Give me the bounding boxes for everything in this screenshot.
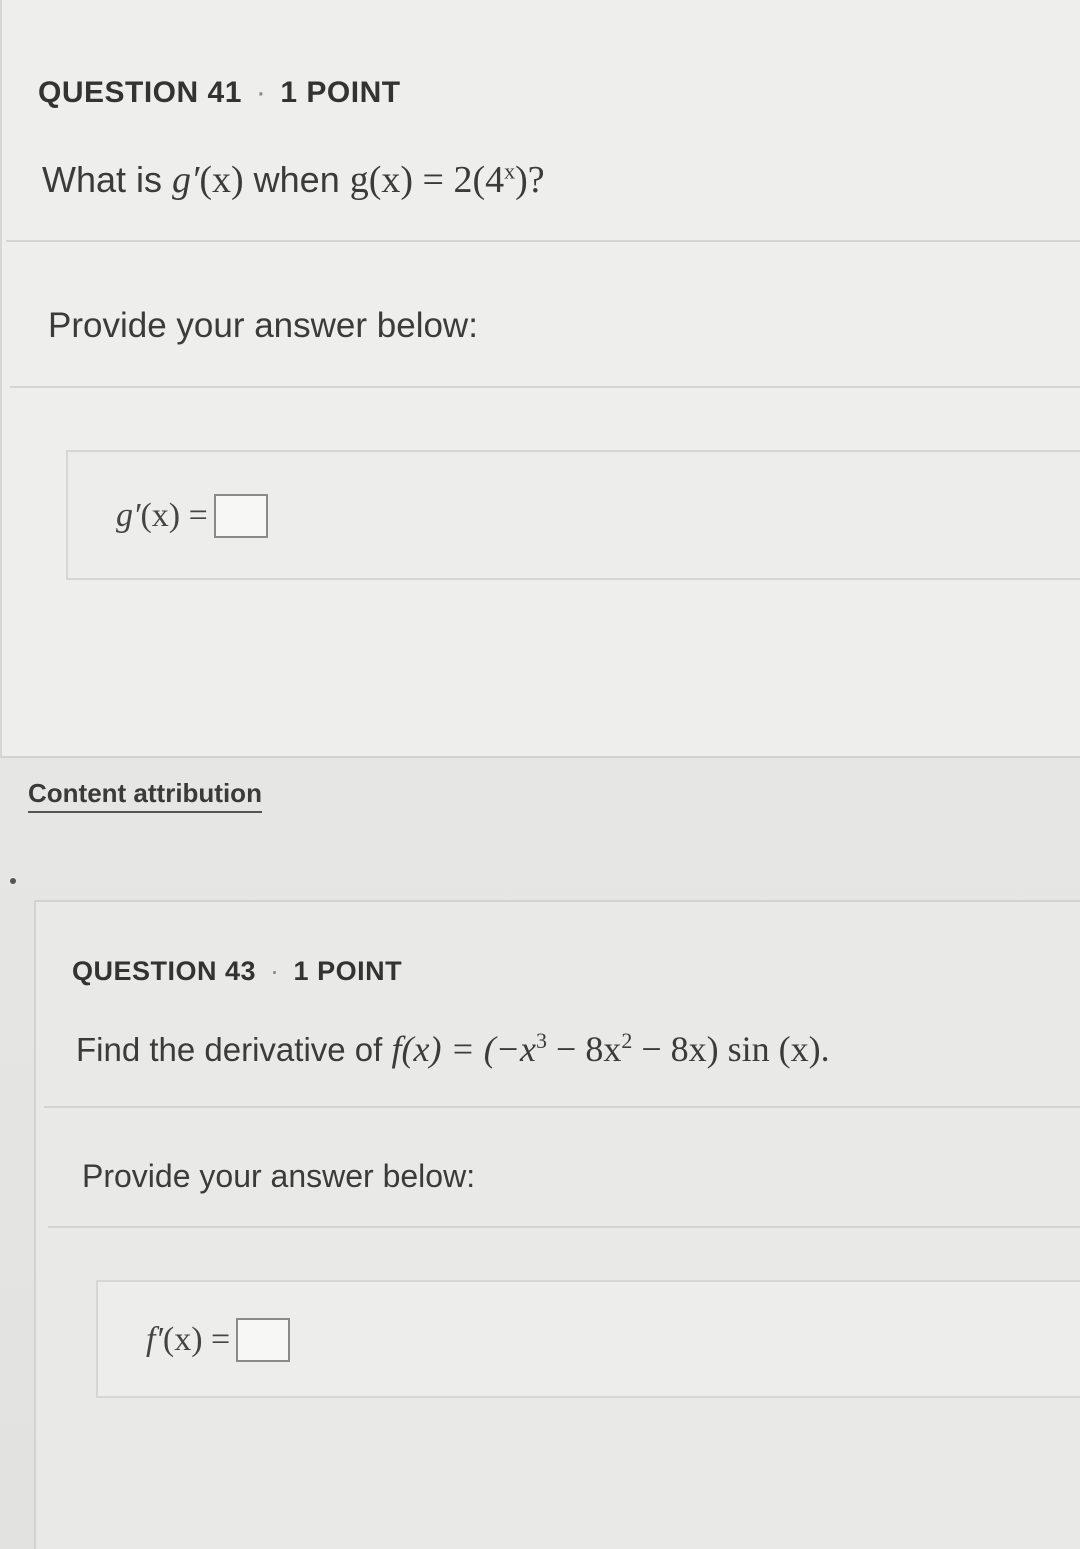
question-number: QUESTION 41 xyxy=(38,76,242,109)
answer-area: g′ (x) = xyxy=(66,450,1080,580)
answer-expression: g′ (x) = xyxy=(116,494,268,538)
divider xyxy=(44,1106,1080,1108)
content-attribution-link[interactable]: Content attribution xyxy=(28,778,262,813)
math-g: g(x) = 2(4 xyxy=(349,159,505,201)
math-part-c: − 8x) sin (x). xyxy=(632,1029,830,1069)
question-math: g′(x) xyxy=(172,159,244,201)
question-points: 1 POINT xyxy=(280,76,401,109)
page: QUESTION 41 · 1 POINT What is g′(x) when g… xyxy=(0,0,1080,1549)
divider xyxy=(48,1226,1080,1228)
math-arg: (x) xyxy=(199,159,244,201)
answer-input-box[interactable] xyxy=(236,1318,291,1362)
math-end: )? xyxy=(515,159,545,201)
answer-arg: (x) = xyxy=(162,1321,231,1358)
question-points: 1 POINT xyxy=(293,956,403,986)
math-part-b: − 8x xyxy=(547,1029,622,1069)
bullet-mark xyxy=(10,878,16,884)
header-separator: · xyxy=(255,76,267,109)
math-part-a: f(x) = (−x xyxy=(391,1029,537,1069)
question-43-card: QUESTION 43 · 1 POINT Find the derivative … xyxy=(34,900,1080,1549)
answer-area: f′ (x) = xyxy=(96,1280,1080,1398)
answer-prompt: Provide your answer below: xyxy=(82,1158,476,1194)
question-43-header: QUESTION 43 · 1 POINT xyxy=(72,956,402,987)
answer-prompt: Provide your answer below: xyxy=(48,306,478,345)
answer-input-box[interactable] xyxy=(213,494,268,538)
question-41-card: QUESTION 41 · 1 POINT What is g′(x) when g… xyxy=(0,0,1080,758)
answer-func: g′ xyxy=(116,497,141,534)
question-math: f(x) = (−x3 − 8x2 − 8x) sin (x). xyxy=(391,1028,830,1069)
question-prefix: What is xyxy=(42,159,173,200)
header-separator: · xyxy=(270,956,280,986)
divider xyxy=(10,386,1080,388)
math-func: g′ xyxy=(172,159,200,201)
question-g-math: g(x) = 2(4x)? xyxy=(349,158,545,201)
question-prefix: Find the derivative of xyxy=(76,1031,392,1068)
math-sup-1: 3 xyxy=(536,1028,548,1053)
math-exp: x xyxy=(504,158,516,184)
question-number: QUESTION 43 xyxy=(72,956,257,986)
math-sup-2: 2 xyxy=(621,1028,633,1053)
question-41-header: QUESTION 41 · 1 POINT xyxy=(38,76,401,110)
answer-func: f′ xyxy=(146,1321,163,1358)
divider xyxy=(6,240,1080,242)
answer-expression: f′ (x) = xyxy=(146,1318,291,1362)
answer-arg: (x) = xyxy=(140,497,208,534)
question-mid: when xyxy=(243,159,350,200)
question-41-text: What is g′(x) when g(x) = 2(4x)? xyxy=(42,158,545,202)
question-43-text: Find the derivative of f(x) = (−x3 − 8x2… xyxy=(76,1028,830,1070)
